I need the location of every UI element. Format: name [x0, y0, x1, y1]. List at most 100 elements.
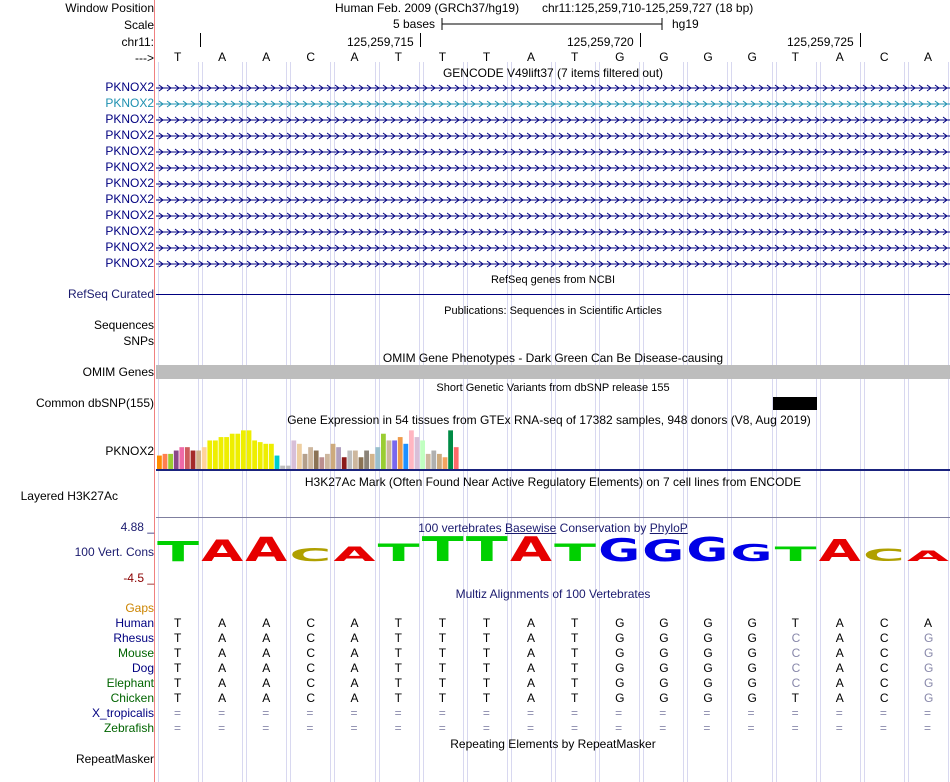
gtex-tissue-bar: [420, 440, 425, 469]
gtex-tissue-bar: [246, 430, 252, 469]
gencode-transcript[interactable]: [156, 211, 950, 221]
multiz-base: A: [350, 691, 359, 705]
conservation-base: A: [907, 549, 950, 565]
multiz-base: G: [747, 661, 757, 675]
h3k27ac-label[interactable]: Layered H3K27Ac: [21, 489, 118, 503]
sequence-base: T: [394, 50, 402, 64]
multiz-species-label[interactable]: Zebrafish: [104, 721, 154, 735]
conservation-min: -4.5 _: [123, 571, 154, 585]
gencode-gene-label[interactable]: PKNOX2: [105, 208, 154, 222]
omim-track-title[interactable]: OMIM Gene Phenotypes - Dark Green Can Be…: [156, 351, 950, 365]
multiz-base: A: [526, 661, 535, 675]
multiz-base: A: [218, 616, 227, 630]
multiz-species-label[interactable]: Dog: [132, 661, 154, 675]
gtex-track-title[interactable]: Gene Expression in 54 tissues from GTEx …: [152, 413, 946, 427]
refseq-label[interactable]: RefSeq Curated: [68, 287, 154, 301]
multiz-species-label[interactable]: Chicken: [111, 691, 154, 705]
conservation-base: T: [466, 530, 509, 566]
gencode-transcript[interactable]: [156, 83, 950, 93]
multiz-base: A: [835, 631, 844, 645]
gtex-tissue-bar: [364, 450, 369, 469]
multiz-base: =: [879, 721, 887, 735]
publications-label-sequences[interactable]: Sequences: [94, 318, 154, 332]
gencode-gene-label[interactable]: PKNOX2: [105, 192, 154, 206]
multiz-base: A: [923, 616, 932, 630]
multiz-species-label[interactable]: Human: [115, 616, 154, 630]
multiz-base: C: [791, 676, 801, 690]
gencode-transcript[interactable]: [156, 163, 950, 173]
gtex-tissue-bar: [397, 437, 403, 469]
gencode-transcript[interactable]: [156, 99, 950, 109]
multiz-base: A: [262, 646, 271, 660]
conservation-base: G: [598, 533, 640, 566]
gencode-track-title[interactable]: GENCODE V49lift37 (7 items filtered out): [156, 66, 950, 80]
gencode-transcript[interactable]: [156, 195, 950, 205]
gencode-transcript[interactable]: [156, 227, 950, 237]
sequence-base: G: [703, 50, 713, 64]
gtex-tissue-bar: [241, 430, 246, 469]
refseq-track[interactable]: [156, 294, 950, 295]
publications-track-title[interactable]: Publications: Sequences in Scientific Ar…: [156, 305, 950, 317]
gencode-gene-label[interactable]: PKNOX2: [105, 224, 154, 238]
gencode-gene-label[interactable]: PKNOX2: [105, 112, 154, 126]
multiz-base: T: [394, 616, 402, 630]
multiz-base: =: [703, 706, 711, 720]
omim-label[interactable]: OMIM Genes: [83, 365, 154, 379]
gencode-transcript[interactable]: [156, 179, 950, 189]
gtex-tissue-bar: [325, 453, 330, 469]
multiz-base: A: [835, 691, 844, 705]
multiz-species-label[interactable]: Mouse: [118, 646, 154, 660]
gencode-transcript[interactable]: [156, 131, 950, 141]
multiz-base: T: [438, 631, 447, 645]
gtex-tissue-bar: [274, 455, 280, 469]
multiz-species-label[interactable]: Rhesus: [113, 631, 154, 645]
h3k27ac-track-title[interactable]: H3K27Ac Mark (Often Found Near Active Re…: [156, 475, 950, 489]
omim-track-bar[interactable]: [156, 365, 950, 379]
dbsnp-label[interactable]: Common dbSNP(155): [36, 396, 154, 410]
conservation-label[interactable]: 100 Vert. Cons: [75, 545, 154, 559]
dbsnp-track-title[interactable]: Short Genetic Variants from dbSNP releas…: [156, 382, 950, 394]
conservation-base: C: [863, 546, 905, 565]
gencode-gene-label[interactable]: PKNOX2: [105, 176, 154, 190]
conservation-base: A: [334, 543, 378, 566]
multiz-base: T: [571, 616, 579, 630]
repeatmasker-track-title[interactable]: Repeating Elements by RepeatMasker: [156, 737, 950, 751]
multiz-species-label[interactable]: X_tropicalis: [92, 706, 154, 720]
multiz-base: A: [835, 616, 844, 630]
conservation-logo[interactable]: TAACATTTATGGGGTACA: [156, 530, 950, 566]
dbsnp-variant[interactable]: [773, 397, 817, 410]
conservation-base: T: [378, 538, 421, 566]
gencode-gene-label[interactable]: PKNOX2: [105, 256, 154, 270]
multiz-base: G: [659, 676, 669, 690]
gtex-tissue-bar: [308, 447, 313, 469]
conservation-base: A: [510, 530, 553, 566]
multiz-base: =: [394, 706, 402, 720]
gencode-transcript[interactable]: [156, 147, 950, 157]
sequence-base: C: [306, 50, 316, 64]
gtex-tissue-bar: [173, 450, 179, 469]
gtex-label[interactable]: PKNOX2: [105, 444, 154, 458]
multiz-base: G: [659, 631, 669, 645]
repeatmasker-label[interactable]: RepeatMasker: [76, 752, 154, 766]
multiz-base: G: [703, 691, 713, 705]
multiz-base: G: [747, 646, 757, 660]
gencode-gene-label[interactable]: PKNOX2: [105, 144, 154, 158]
multiz-base: C: [879, 646, 889, 660]
gencode-transcript[interactable]: [156, 243, 950, 253]
gencode-gene-label[interactable]: PKNOX2: [105, 96, 154, 110]
gencode-transcript[interactable]: [156, 115, 950, 125]
gencode-gene-label[interactable]: PKNOX2: [105, 80, 154, 94]
gencode-gene-label[interactable]: PKNOX2: [105, 128, 154, 142]
gencode-gene-label[interactable]: PKNOX2: [105, 160, 154, 174]
gencode-gene-label[interactable]: PKNOX2: [105, 240, 154, 254]
sequence-base: G: [659, 50, 669, 64]
multiz-species-label[interactable]: Elephant: [107, 676, 154, 690]
publications-label-snps[interactable]: SNPs: [123, 334, 154, 348]
gtex-expression-bars[interactable]: [156, 427, 536, 471]
gtex-tissue-bar: [358, 457, 364, 469]
gencode-transcript[interactable]: [156, 259, 950, 269]
multiz-base: C: [306, 631, 316, 645]
refseq-track-title[interactable]: RefSeq genes from NCBI: [156, 274, 950, 286]
multiz-track-title[interactable]: Multiz Alignments of 100 Vertebrates: [156, 587, 950, 601]
window-position-label: Window Position: [65, 1, 154, 15]
